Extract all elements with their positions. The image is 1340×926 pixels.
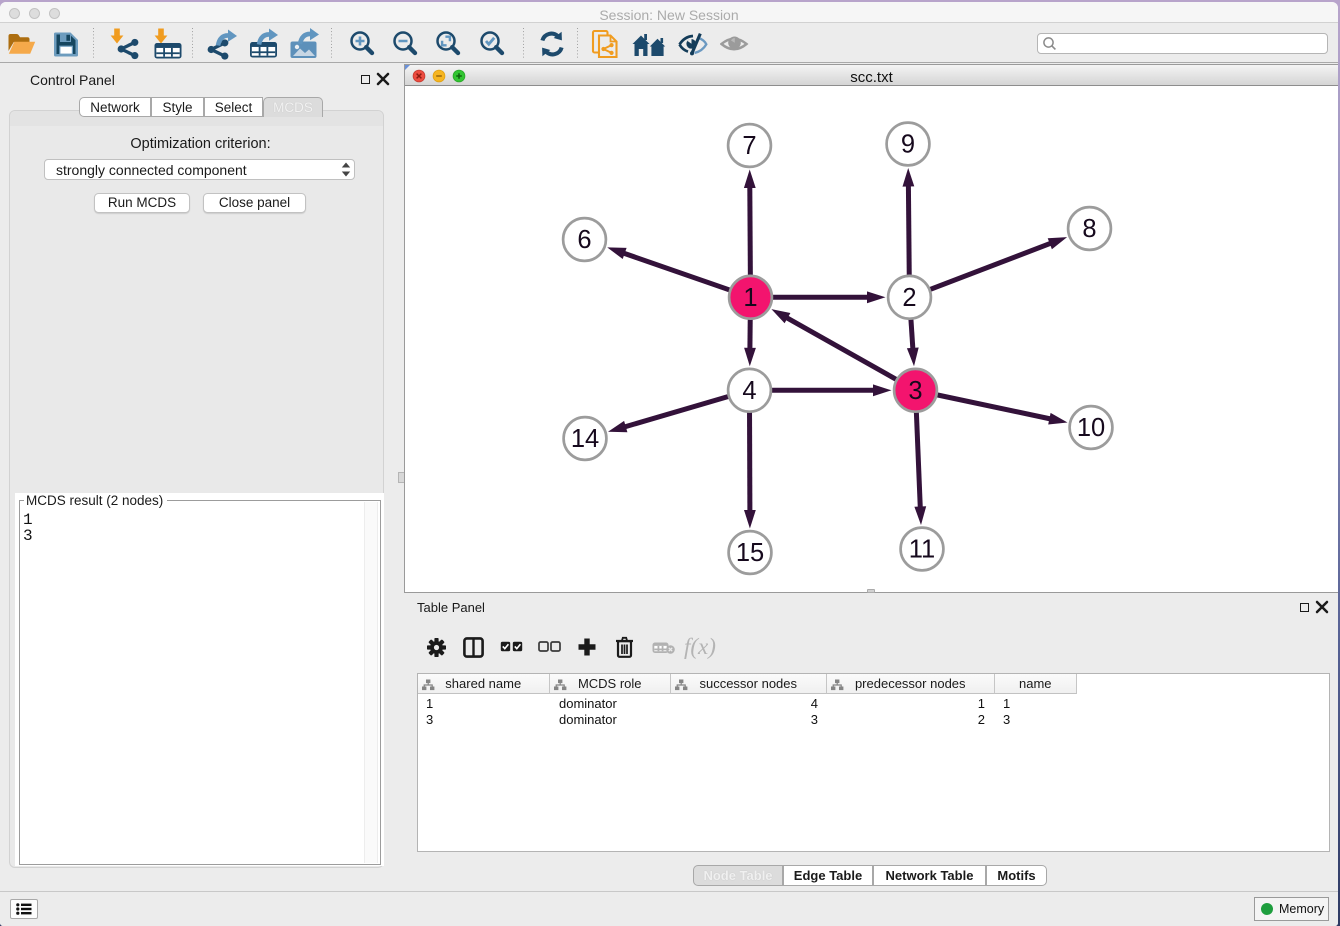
svg-text:10: 10 (1077, 414, 1105, 442)
svg-text:2: 2 (902, 284, 916, 312)
svg-text:8: 8 (1082, 215, 1096, 243)
svg-text:4: 4 (742, 377, 756, 405)
svg-text:3: 3 (908, 377, 922, 405)
svg-text:15: 15 (736, 539, 764, 567)
svg-text:6: 6 (577, 226, 591, 254)
svg-text:14: 14 (571, 425, 599, 453)
svg-text:7: 7 (742, 132, 756, 160)
svg-text:1: 1 (743, 284, 757, 312)
svg-text:9: 9 (901, 131, 915, 159)
svg-text:11: 11 (909, 536, 935, 564)
